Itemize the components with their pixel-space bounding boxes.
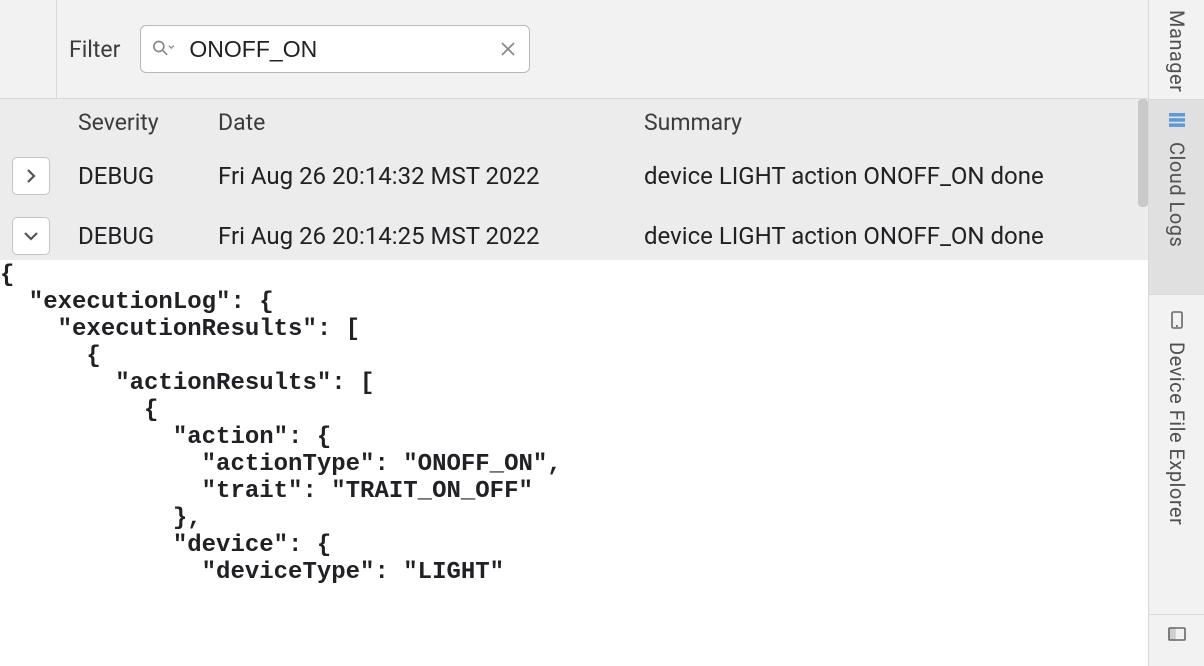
scrollbar-thumb[interactable] <box>1138 99 1148 207</box>
cell-summary: device LIGHT action ONOFF_ON done <box>644 222 1148 250</box>
filter-bar: Filter <box>57 0 1148 99</box>
expand-toggle-button[interactable] <box>12 157 50 195</box>
chevron-down-icon <box>23 222 39 250</box>
search-icon[interactable] <box>151 39 175 59</box>
chevron-right-icon <box>23 162 39 190</box>
sidebar-tab-manager[interactable]: Manager <box>1149 0 1204 98</box>
log-row[interactable]: DEBUG Fri Aug 26 20:14:25 MST 2022 devic… <box>0 206 1148 266</box>
device-icon <box>1167 310 1187 334</box>
left-gutter <box>0 0 57 99</box>
sidebar-tab-label: Manager <box>1165 10 1189 92</box>
search-field[interactable] <box>140 25 530 73</box>
cell-summary: device LIGHT action ONOFF_ON done <box>644 162 1148 190</box>
collapse-toggle-button[interactable] <box>12 217 50 255</box>
cell-severity: DEBUG <box>78 162 218 190</box>
log-table-header: Severity Date Summary <box>0 99 1148 146</box>
column-header-severity[interactable]: Severity <box>78 109 218 136</box>
sidebar-tab-extra[interactable] <box>1149 614 1204 666</box>
cell-severity: DEBUG <box>78 222 218 250</box>
filter-label: Filter <box>69 36 120 63</box>
panel-icon <box>1167 625 1187 649</box>
sidebar-tab-cloud-logs[interactable]: Cloud Logs <box>1149 99 1204 295</box>
column-header-date[interactable]: Date <box>218 109 644 136</box>
right-tool-sidebar: Manager Cloud Logs Device File Explorer <box>1148 0 1204 666</box>
log-viewer-main: Filter Severity Date Summary <box>0 0 1148 666</box>
cell-date: Fri Aug 26 20:14:25 MST 2022 <box>218 222 644 250</box>
clear-search-icon[interactable] <box>497 38 519 60</box>
sidebar-tab-label: Device File Explorer <box>1165 342 1189 525</box>
column-header-summary[interactable]: Summary <box>644 109 1148 136</box>
cloud-logs-icon <box>1167 110 1187 134</box>
sidebar-tab-label: Cloud Logs <box>1165 142 1189 247</box>
cell-date: Fri Aug 26 20:14:32 MST 2022 <box>218 162 644 190</box>
search-input[interactable] <box>179 36 497 63</box>
log-row[interactable]: DEBUG Fri Aug 26 20:14:32 MST 2022 devic… <box>0 146 1148 206</box>
log-json-detail[interactable]: { "executionLog": { "executionResults": … <box>0 260 1148 586</box>
sidebar-tab-device-file-explorer[interactable]: Device File Explorer <box>1149 300 1204 606</box>
